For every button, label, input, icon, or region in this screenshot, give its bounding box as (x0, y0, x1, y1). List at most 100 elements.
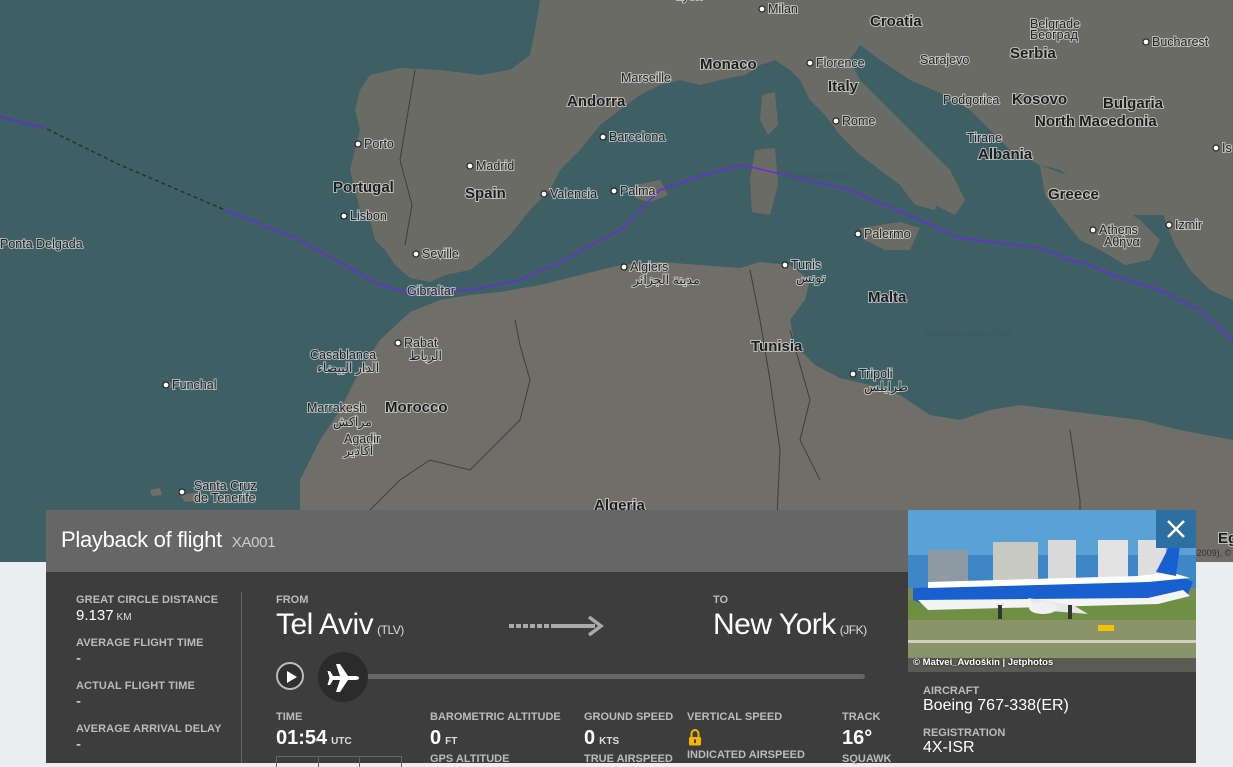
destination-city: New York (713, 608, 836, 641)
city-native-label-casablanca: الدار البيضاء (317, 361, 379, 376)
city-marker-funchal (162, 381, 170, 389)
city-marker-tripoli (849, 370, 857, 378)
country-label-italy: Italy (828, 78, 859, 95)
city-label-ponta-delgada: Ponta Delgada (0, 237, 83, 251)
ground-speed-number: 0 (584, 727, 596, 749)
city-label-gibraltar: Gibraltar (407, 284, 455, 298)
destination-airport[interactable]: New York (JFK) (713, 608, 867, 642)
city-marker-is (1212, 144, 1220, 152)
lock-icon[interactable] (688, 729, 702, 746)
origin-city: Tel Aviv (276, 608, 374, 641)
city-label-rome: Rome (842, 114, 875, 128)
to-label: TO (713, 594, 729, 606)
panel-header: Playback of flight XA001 (46, 510, 908, 572)
country-label-portugal: Portugal (333, 179, 394, 196)
city-marker-seville (412, 250, 420, 258)
flight-number: XA001 (231, 534, 276, 551)
registration-label: REGISTRATION (923, 727, 1006, 739)
city-label-bucharest: Bucharest (1152, 35, 1209, 49)
city-label-madrid: Madrid (476, 159, 514, 173)
city-marker-rome (832, 117, 840, 125)
city-native-label-agadir: أكادير (343, 442, 373, 459)
city-marker-tunis (781, 261, 789, 269)
city-label-lisbon: Lisbon (350, 209, 387, 223)
registration-value: 4X-ISR (923, 739, 975, 756)
close-button[interactable] (1156, 510, 1196, 548)
time-value: 01:54 UTC (276, 727, 352, 750)
map-copyright: ©2009), © (1190, 548, 1232, 558)
city-label-is: Is (1222, 141, 1232, 155)
gps-altitude-label: GPS ALTITUDE (430, 753, 510, 765)
country-label-bulgaria: Bulgaria (1103, 95, 1164, 112)
origin-airport[interactable]: Tel Aviv (TLV) (276, 608, 404, 642)
aircraft-value: Boeing 767-338(ER) (923, 697, 1069, 714)
city-label-marseille: Marseille (621, 71, 671, 85)
city-label-palermo: Palermo (864, 227, 911, 241)
city-marker-milan (758, 5, 766, 13)
city-label-porto: Porto (364, 137, 394, 151)
city-marker-izmir (1165, 221, 1173, 229)
ground-speed-value: 0 KTS (584, 727, 619, 750)
city-marker-athens (1089, 226, 1097, 234)
timeline-handle[interactable] (318, 652, 368, 702)
timeline-track[interactable] (346, 674, 865, 679)
city-label-rabat: Rabat (404, 336, 438, 350)
ground-speed-label: GROUND SPEED (584, 711, 674, 723)
playback-speed-controls[interactable] (276, 756, 402, 767)
city-native-label-marrakesh: مراكش (333, 415, 372, 430)
average-flight-time-value: - (76, 650, 81, 667)
sea-label-mediterranean-sea: Mediterranean Sea (925, 329, 1010, 340)
airplane-icon (327, 664, 359, 692)
actual-flight-time-value: - (76, 693, 81, 710)
city-native-label-belgrade: Београд (1030, 28, 1079, 42)
country-label-spain: Spain (465, 185, 506, 202)
average-arrival-delay-label: AVERAGE ARRIVAL DELAY (76, 723, 222, 735)
time-label: TIME (276, 711, 303, 723)
time-number: 01:54 (276, 727, 328, 749)
city-marker-porto (354, 140, 362, 148)
city-marker-barcelona (599, 133, 607, 141)
country-label-tunisia: Tunisia (751, 338, 803, 355)
vertical-speed-label: VERTICAL SPEED (687, 711, 783, 723)
average-flight-time-label: AVERAGE FLIGHT TIME (76, 637, 204, 649)
city-native-label-algiers: مدينة الجزائر (632, 273, 700, 288)
city-marker-bucharest (1142, 38, 1150, 46)
great-circle-distance-number: 9.137 (76, 607, 114, 624)
country-label-greece: Greece (1048, 186, 1099, 203)
playback-panel: Playback of flight XA001 GREAT CIRCLE DI… (46, 510, 908, 767)
true-airspeed-label: TRUE AIRSPEED (584, 753, 673, 765)
city-marker-algiers (620, 263, 628, 271)
photo-credit[interactable]: © Matvei_Avdoškin | Jetphotos (913, 657, 1053, 668)
time-unit: UTC (331, 736, 352, 747)
aircraft-photo[interactable]: © Matvei_Avdoškin | Jetphotos (908, 510, 1196, 672)
city-native-label-tripoli: طرابلس (864, 380, 908, 395)
squawk-label: SQUAWK (842, 753, 892, 765)
sea-label-tyrrhenian-sea: Tyrrhenian Sea (782, 171, 850, 182)
indicated-airspeed-label: INDICATED AIRSPEED (687, 749, 805, 761)
panel-divider (241, 592, 242, 763)
city-native-label-rabat: الرباط (409, 349, 442, 364)
actual-flight-time-label: ACTUAL FLIGHT TIME (76, 680, 195, 692)
city-label-tirane: Tirane (967, 131, 1002, 145)
great-circle-distance-value: 9.137 KM (76, 607, 132, 624)
play-icon (287, 671, 297, 683)
country-label-eg: Eg (1218, 530, 1233, 547)
flight-map[interactable]: Croatia Serbia Bulgaria Kosovo North Macedon… (0, 0, 1233, 562)
track-label: TRACK (842, 711, 881, 723)
city-label-casablanca: Casablanca (310, 348, 376, 362)
city-marker-madrid (466, 162, 474, 170)
aircraft-card: © Matvei_Avdoškin | Jetphotos AIRCRAFT B… (908, 510, 1196, 763)
city-label-sarajevo: Sarajevo (920, 53, 969, 67)
country-label-monaco: Monaco (700, 56, 757, 73)
origin-code: (TLV) (377, 623, 404, 637)
play-button[interactable] (276, 662, 304, 690)
country-label-morocco: Morocco (385, 399, 448, 416)
city-label-milan: Milan (768, 2, 798, 16)
city-label-palma: Palma (620, 184, 655, 198)
city-marker-palermo (854, 230, 862, 238)
country-label-north-macedonia: North Macedonia (1035, 113, 1157, 130)
city-label-valencia: Valencia (550, 187, 597, 201)
from-label: FROM (276, 594, 309, 606)
city-label-santa-cruz-line2: de Tenerife (194, 491, 256, 505)
great-circle-distance-label: GREAT CIRCLE DISTANCE (76, 594, 219, 606)
